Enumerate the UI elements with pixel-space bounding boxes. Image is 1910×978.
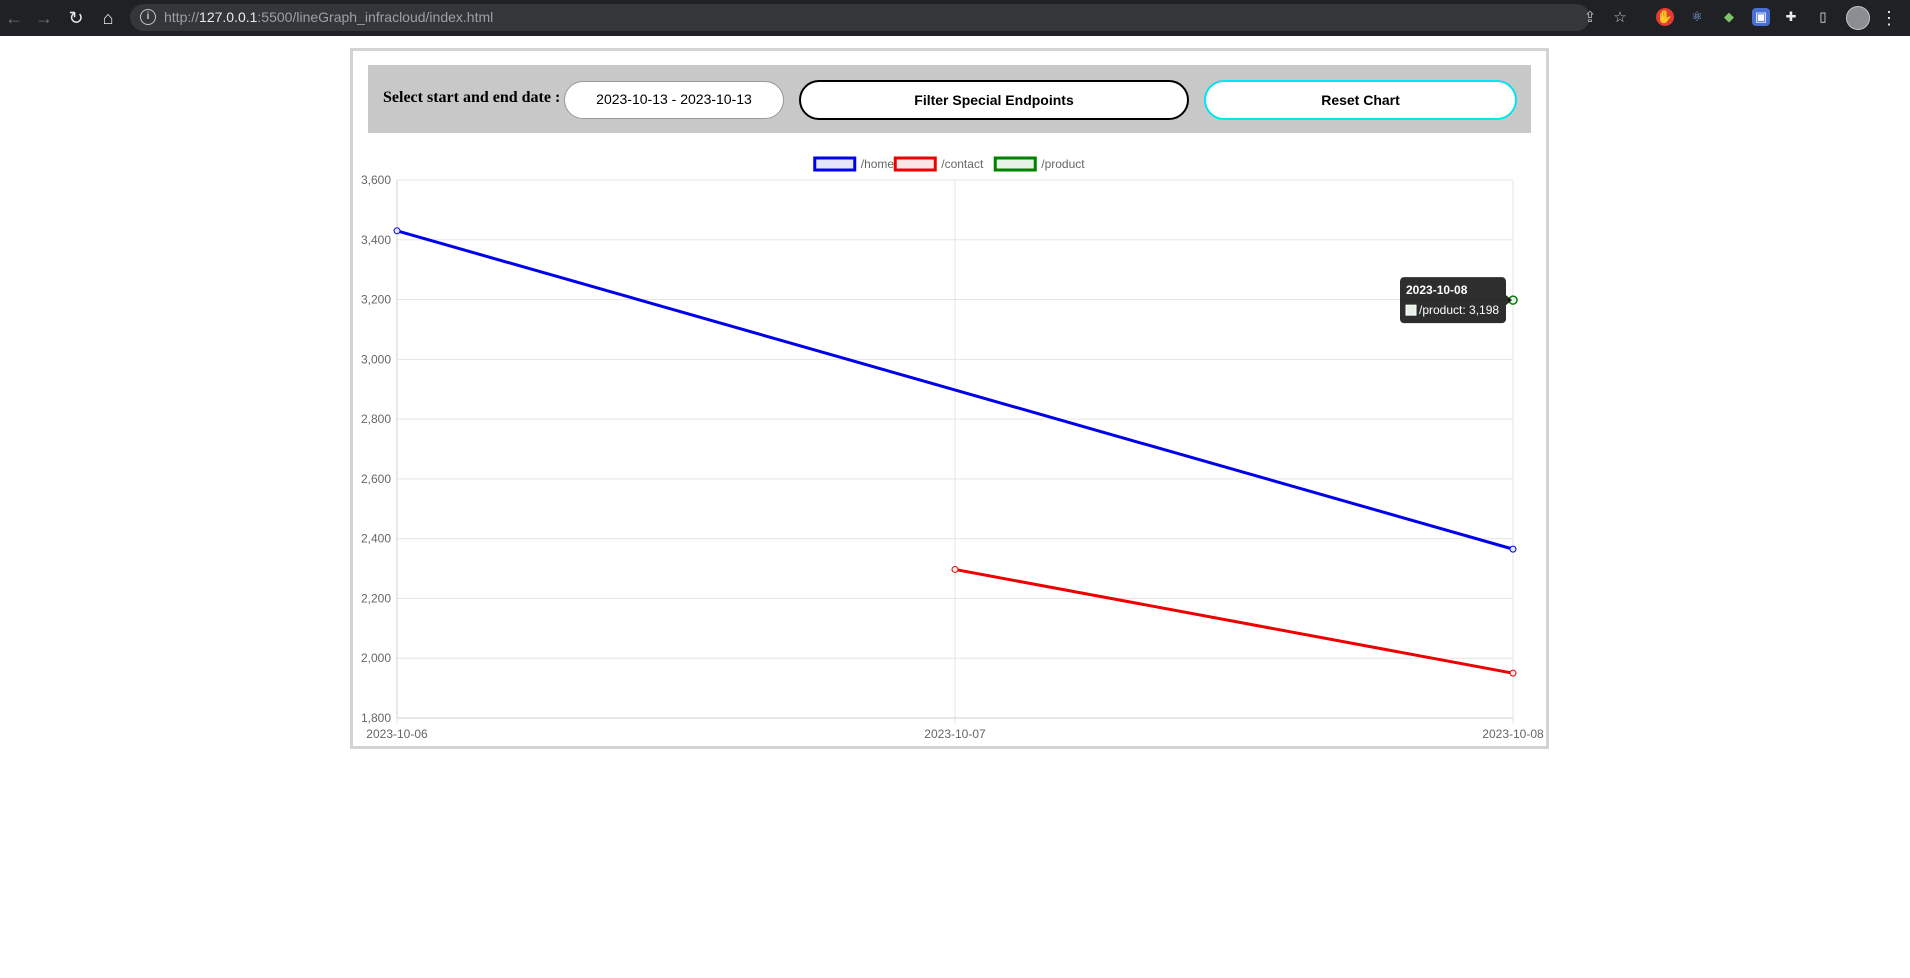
y-tick-label: 3,400: [361, 233, 391, 247]
y-tick-label: 3,200: [361, 293, 391, 307]
filter-special-endpoints-button[interactable]: Filter Special Endpoints: [799, 80, 1189, 120]
y-tick-label: 2,800: [361, 412, 391, 426]
react-devtools-extension-icon[interactable]: ⚛: [1688, 8, 1706, 26]
extension-icon[interactable]: ◆: [1720, 8, 1738, 26]
url-host: 127.0.0.1: [199, 9, 258, 25]
url-path: :5500/lineGraph_infracloud/index.html: [257, 9, 494, 25]
forward-arrow-icon[interactable]: →: [32, 6, 56, 30]
y-tick-label: 3,000: [361, 352, 391, 366]
date-range-input[interactable]: 2023-10-13 - 2023-10-13: [564, 81, 784, 119]
chart-tooltip: 2023-10-08/product: 3,198: [1400, 277, 1518, 324]
reset-chart-button[interactable]: Reset Chart: [1204, 80, 1517, 120]
back-arrow-icon[interactable]: ←: [2, 6, 26, 30]
data-point-contact: [951, 565, 959, 573]
series-line-contact: [954, 567, 1514, 675]
share-icon[interactable]: ⇪: [1580, 8, 1600, 28]
url-scheme: http://: [164, 9, 200, 25]
x-tick-label: 2023-10-08: [1482, 727, 1544, 741]
tooltip-title: 2023-10-08: [1406, 283, 1468, 297]
reload-icon[interactable]: ↻: [64, 6, 88, 30]
legend-swatch-product: [993, 156, 1037, 172]
data-point-home: [1509, 545, 1517, 553]
line-chart[interactable]: 1,800 2,000 2,200 2,400 2,600 2,800 3,000 3,200…: [350, 150, 1549, 750]
side-panel-icon[interactable]: ▯: [1814, 8, 1832, 26]
legend-swatch-home: [813, 156, 857, 172]
legend-label-product: /product: [1041, 157, 1085, 171]
adblock-extension-icon[interactable]: ✋: [1656, 8, 1674, 26]
filter-bar: Select start and end date : 2023-10-13 -…: [368, 65, 1531, 133]
data-point-home: [393, 227, 401, 235]
chart-axes: 1,800 2,000 2,200 2,400 2,600 2,800 3,000 3,200…: [361, 173, 1544, 741]
legend-label-contact: /contact: [941, 157, 984, 171]
browser-menu-icon[interactable]: ⋮: [1880, 6, 1898, 30]
y-tick-label: 2,600: [361, 472, 391, 486]
y-tick-label: 2,400: [361, 532, 391, 546]
data-point-contact: [1509, 669, 1517, 677]
x-tick-label: 2023-10-07: [924, 727, 986, 741]
puzzle-extensions-icon[interactable]: ✚: [1782, 8, 1800, 26]
address-url[interactable]: http://127.0.0.1:5500/lineGraph_infraclo…: [164, 9, 493, 25]
y-tick-label: 1,800: [361, 711, 391, 725]
tooltip-value: /product: 3,198: [1419, 303, 1499, 317]
legend-swatch-contact: [893, 156, 937, 172]
site-info-icon[interactable]: i: [140, 9, 156, 25]
y-tick-label: 2,000: [361, 651, 391, 665]
date-range-label: Select start and end date :: [383, 89, 561, 106]
address-bar[interactable]: i http://127.0.0.1:5500/lineGraph_infrac…: [130, 4, 1627, 31]
screen-extension-icon[interactable]: ▣: [1752, 8, 1770, 26]
y-tick-label: 3,600: [361, 173, 391, 187]
chart-legend: /home/contact/product: [813, 156, 1085, 172]
bookmark-star-icon[interactable]: ☆: [1610, 8, 1630, 28]
tooltip-swatch: [1405, 304, 1417, 316]
home-icon[interactable]: ⌂: [96, 6, 120, 30]
legend-label-home: /home: [861, 157, 895, 171]
y-tick-label: 2,200: [361, 591, 391, 605]
browser-toolbar: ← → ↻ ⌂ i http://127.0.0.1:5500/lineGrap…: [0, 0, 1910, 36]
x-tick-label: 2023-10-06: [366, 727, 428, 741]
profile-avatar[interactable]: [1846, 6, 1870, 30]
